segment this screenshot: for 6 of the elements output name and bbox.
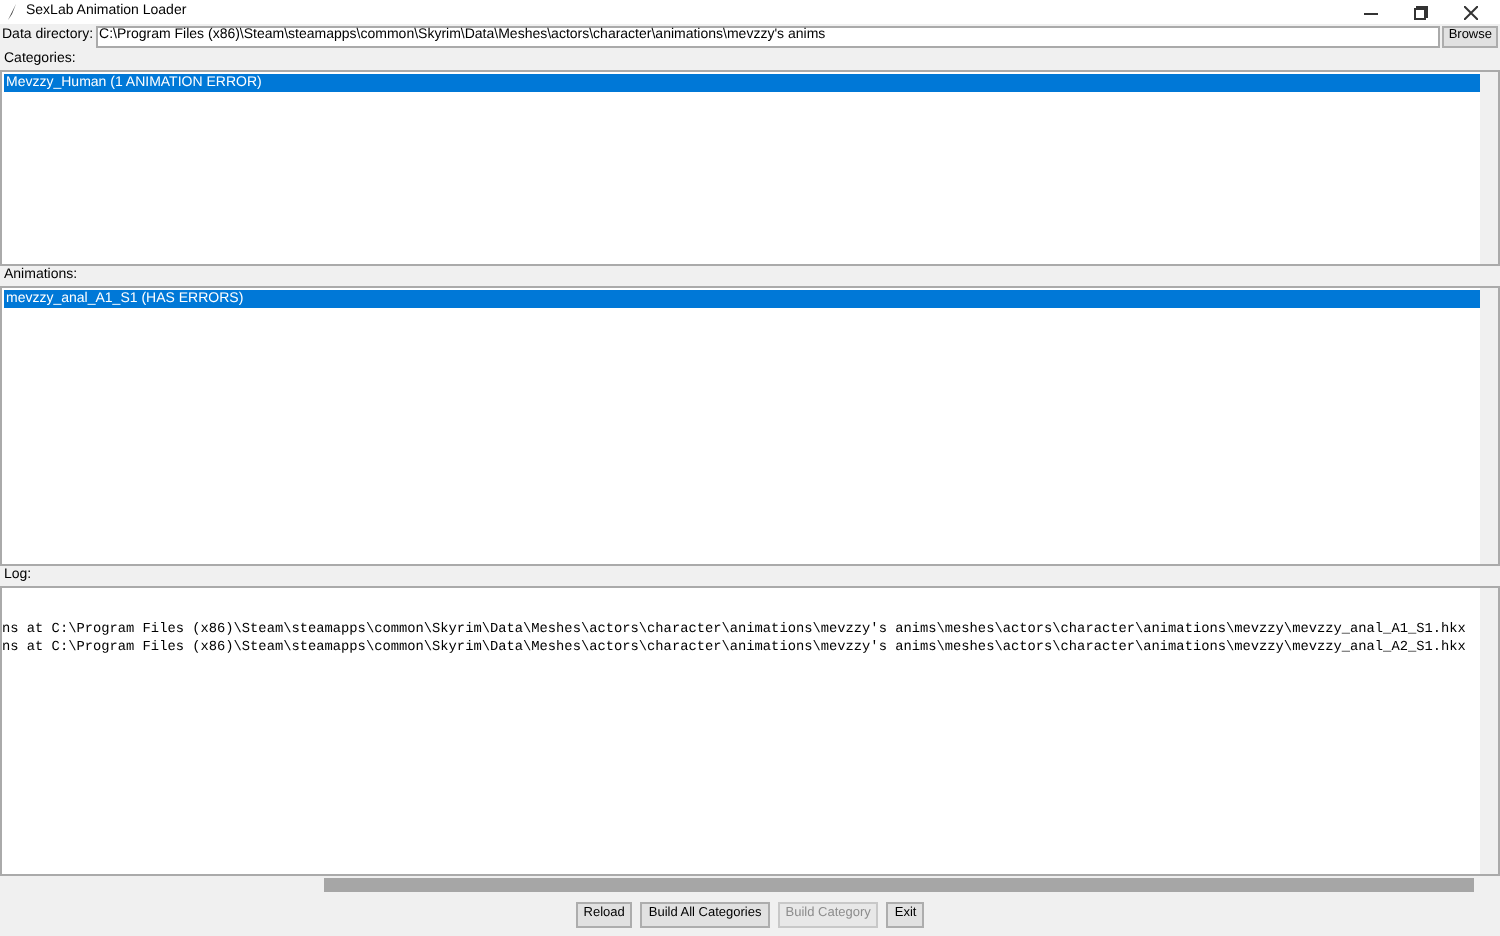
scrollbar-thumb[interactable] xyxy=(324,878,1474,892)
scrollbar[interactable] xyxy=(1480,588,1498,874)
close-icon[interactable] xyxy=(1464,5,1478,19)
scrollbar[interactable] xyxy=(1480,288,1498,564)
restore-icon[interactable] xyxy=(1414,5,1428,19)
scrollbar[interactable] xyxy=(1480,72,1498,264)
